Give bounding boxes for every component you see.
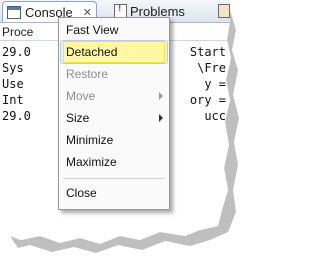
menu-item-label: Close: [66, 186, 97, 200]
menu-item-fast-view[interactable]: Fast View: [59, 19, 169, 41]
menu-item-move[interactable]: Move: [59, 85, 169, 107]
menu-item-label: Fast View: [66, 23, 119, 37]
console-line: Use: [2, 77, 24, 91]
menu-item-label: Maximize: [66, 155, 117, 169]
menu-item-label: Size: [66, 111, 90, 125]
menu-item-label: Minimize: [66, 133, 114, 147]
console-icon: [7, 5, 21, 19]
console-line: ucc: [204, 109, 226, 123]
console-line: \Fre: [197, 61, 226, 75]
menu-item-label: Detached: [66, 45, 118, 59]
console-line: Int: [2, 93, 24, 107]
view-context-menu: Fast View Detached Restore Move Size Min…: [58, 17, 170, 210]
menu-item-maximize[interactable]: Maximize: [59, 151, 169, 173]
problems-icon: [114, 3, 127, 18]
menu-item-label: Move: [66, 89, 96, 103]
menu-separator: [63, 178, 165, 179]
submenu-arrow-icon: [159, 114, 163, 122]
menu-item-minimize[interactable]: Minimize: [59, 129, 169, 151]
console-line: Sys: [2, 61, 24, 75]
menu-item-detached[interactable]: Detached: [59, 41, 169, 63]
console-line: y =: [204, 77, 226, 91]
console-line: 29.0: [2, 45, 31, 59]
console-line: 29.0: [2, 109, 31, 123]
menu-item-size[interactable]: Size: [59, 107, 169, 129]
menu-item-close[interactable]: Close: [59, 182, 169, 204]
menu-item-restore[interactable]: Restore: [59, 63, 169, 85]
menu-item-label: Restore: [66, 67, 109, 81]
submenu-arrow-icon: [159, 92, 163, 100]
console-line: Start: [189, 45, 226, 59]
javadoc-icon: [218, 4, 230, 18]
console-line: ory =: [189, 93, 226, 107]
screenshot-region: Console ✕ Problems Proce 29.0 Start Sys …: [0, 0, 230, 244]
process-label: Proce: [2, 25, 34, 39]
tab-overflow[interactable]: [214, 1, 230, 21]
